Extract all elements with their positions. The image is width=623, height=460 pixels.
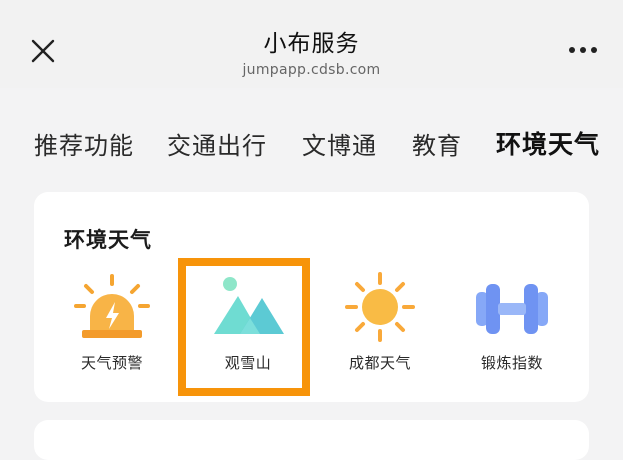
item-label: 成都天气 <box>348 354 411 372</box>
section-title: 环境天气 <box>64 228 152 252</box>
more-button[interactable] <box>565 38 601 62</box>
item-weather-alert[interactable]: 天气预警 <box>52 264 172 384</box>
page-url: jumpapp.cdsb.com <box>242 62 381 78</box>
snow-mountain-icon <box>214 277 284 334</box>
weather-alert-icon <box>74 274 150 338</box>
more-icon <box>569 47 597 53</box>
item-label: 观雪山 <box>224 354 272 372</box>
tab-environment-weather[interactable]: 环境天气 <box>496 125 600 161</box>
dumbbell-icon <box>476 284 548 334</box>
category-tabs: 推荐功能 交通出行 文博通 教育 环境天气 <box>0 88 623 174</box>
tab-recommended[interactable]: 推荐功能 <box>34 126 134 161</box>
sun-icon <box>345 272 415 342</box>
item-chengdu-weather[interactable]: 成都天气 <box>320 264 440 384</box>
tab-museum[interactable]: 文博通 <box>302 126 377 161</box>
item-label: 天气预警 <box>80 354 143 372</box>
item-snow-mountain[interactable]: 观雪山 <box>188 264 308 384</box>
environment-weather-card: 环境天气 天气预警 观雪山 成都天气 锻炼指数 <box>34 192 589 402</box>
item-label: 锻炼指数 <box>480 354 543 372</box>
item-exercise-index[interactable]: 锻炼指数 <box>452 264 572 384</box>
tab-transport[interactable]: 交通出行 <box>167 126 267 161</box>
title-block: 小布服务 jumpapp.cdsb.com <box>0 24 623 78</box>
tab-education[interactable]: 教育 <box>412 126 462 161</box>
page-title: 小布服务 <box>263 31 360 57</box>
next-card <box>34 420 589 460</box>
top-bar: 小布服务 jumpapp.cdsb.com <box>0 0 623 89</box>
